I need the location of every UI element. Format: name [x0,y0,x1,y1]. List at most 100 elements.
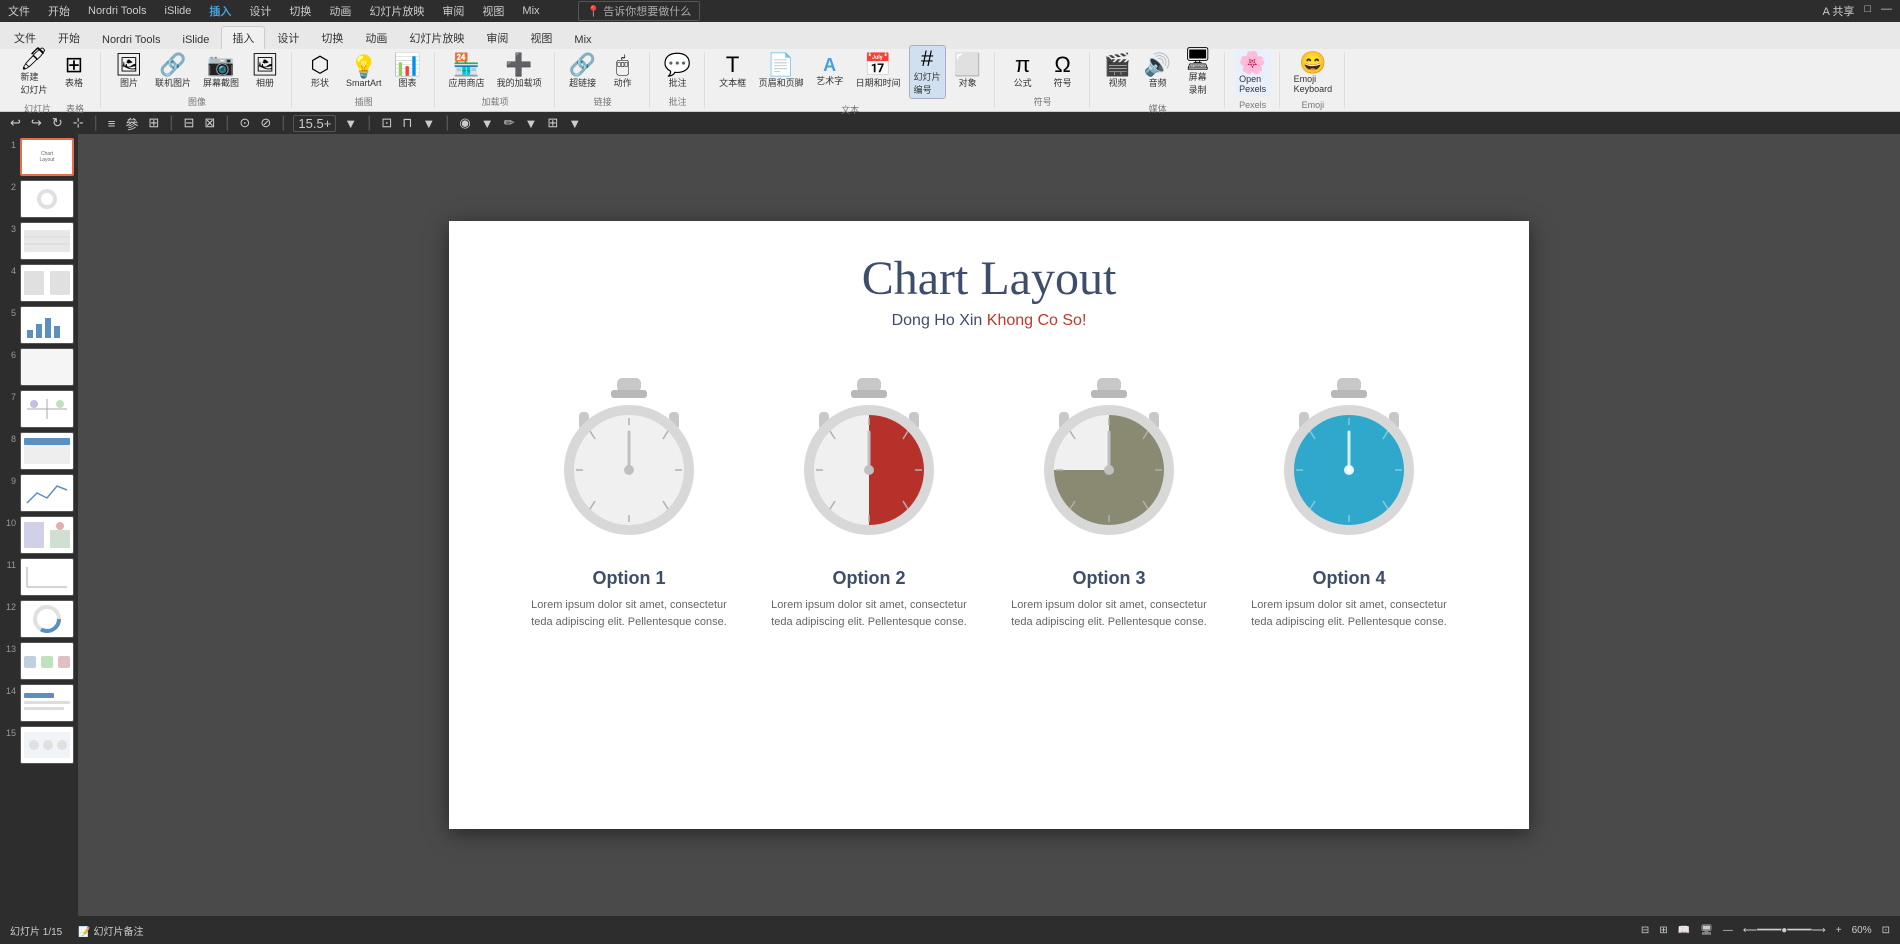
qt-view1[interactable]: ⊙ [237,115,252,131]
slide-thumb-2[interactable]: 2 [4,180,74,218]
tab-insert[interactable]: 插入 [221,26,265,49]
btn-textbox[interactable]: T 文本框 [715,52,751,91]
menu-slideshow[interactable]: 幻灯片放映 [369,3,424,19]
slide-preview-14[interactable] [20,684,74,722]
menu-file[interactable]: 文件 [8,3,30,19]
tab-nordri[interactable]: Nordri Tools [92,31,171,49]
btn-myaddin[interactable]: ➕ 我的加载项 [493,52,546,91]
btn-emoji-keyboard[interactable]: 😄 EmojiKeyboard [1290,50,1337,96]
qt-distribute[interactable]: ⊠ [202,115,217,131]
btn-screenshot[interactable]: 📷 屏幕截图 [199,52,243,91]
view-presenter[interactable]: 🖥 [1700,925,1713,936]
slide-preview-2[interactable] [20,180,74,218]
slide-thumb-13[interactable]: 13 [4,642,74,680]
tab-mix[interactable]: Mix [564,31,601,49]
zoom-out[interactable]: — [1723,925,1733,936]
qt-param1[interactable]: ≡ [106,116,118,131]
slide-preview-6[interactable] [20,348,74,386]
menu-switch[interactable]: 切换 [289,3,311,19]
share-btn[interactable]: A 共享 [1823,3,1855,19]
qt-align[interactable]: ⊟ [181,115,196,131]
slide-thumb-5[interactable]: 5 [4,306,74,344]
btn-formula[interactable]: π 公式 [1005,52,1041,91]
slide-thumb-15[interactable]: 15 [4,726,74,764]
btn-smartart[interactable]: 💡 SmartArt [342,54,386,90]
slide-thumb-10[interactable]: 10 [4,516,74,554]
qt-zoom-more[interactable]: ▼ [342,116,359,131]
qt-refresh[interactable]: ↻ [50,115,65,131]
btn-audio[interactable]: 🔊 音频 [1140,52,1176,91]
qt-draw[interactable]: ✏ [502,115,517,131]
btn-image[interactable]: 🖼 图片 [111,52,147,91]
slide-preview-3[interactable] [20,222,74,260]
qt-param2[interactable]: 參 [123,114,140,133]
slide-preview-1[interactable]: ChartLayout [20,138,74,176]
slide-thumb-8[interactable]: 8 [4,432,74,470]
btn-new-slide[interactable]: 🖊 新建幻灯片 [16,46,52,98]
btn-table[interactable]: ⊞ 表格 [56,52,92,91]
slide-canvas[interactable]: Chart Layout Dong Ho Xin Khong Co So! [449,221,1529,829]
tab-islide[interactable]: iSlide [173,31,220,49]
btn-screenrecord[interactable]: 🖥 屏幕录制 [1180,46,1216,98]
qt-grid[interactable]: ⊞ [545,115,560,131]
slide-preview-15[interactable] [20,726,74,764]
window-minimize[interactable]: — [1881,3,1892,19]
btn-open-pexels[interactable]: 🌸 OpenPexels [1235,50,1271,96]
slide-preview-8[interactable] [20,432,74,470]
qt-undo[interactable]: ↩ [8,115,23,131]
slide-preview-10[interactable] [20,516,74,554]
zoom-slider[interactable]: ⟵━━━━●━━━━⟶ [1743,925,1826,936]
menu-home[interactable]: 开始 [48,3,70,19]
tab-view[interactable]: 视图 [520,27,562,49]
slide-preview-4[interactable] [20,264,74,302]
slide-preview-7[interactable] [20,390,74,428]
slide-thumb-4[interactable]: 4 [4,264,74,302]
tab-design[interactable]: 设计 [267,27,309,49]
btn-chart[interactable]: 📊 图表 [390,52,426,91]
status-notes[interactable]: 📝 幻灯片备注 [78,923,143,938]
qt-more5[interactable]: ▼ [479,116,496,131]
view-slide-sorter[interactable]: ⊞ [1659,925,1667,936]
menu-view[interactable]: 视图 [482,3,504,19]
btn-action[interactable]: 🖱 动作 [605,52,641,91]
btn-shapes[interactable]: ⬡ 形状 [302,52,338,91]
qt-param3[interactable]: ⊞ [146,115,161,131]
btn-slidenumber[interactable]: # 幻灯片编号 [909,45,946,99]
btn-comment[interactable]: 💬 批注 [660,52,696,91]
qt-cursor[interactable]: ⊹ [71,115,86,131]
qt-more4[interactable]: ◉ [457,115,472,131]
slide-thumb-11[interactable]: 11 [4,558,74,596]
btn-wordart[interactable]: A 艺术字 [812,54,848,89]
qt-more1[interactable]: ⊡ [379,115,394,131]
search-box[interactable]: 📍 告诉你想要做什么 [578,1,701,21]
qt-view2[interactable]: ⊘ [258,115,273,131]
slide-preview-13[interactable] [20,642,74,680]
btn-header-footer[interactable]: 📄 页眉和页脚 [755,52,808,91]
menu-review[interactable]: 审阅 [442,3,464,19]
slide-thumb-6[interactable]: 6 [4,348,74,386]
btn-symbol[interactable]: Ω 符号 [1045,52,1081,91]
menu-nordri[interactable]: Nordri Tools [88,5,147,17]
qt-more7[interactable]: ▼ [566,116,583,131]
btn-appstore[interactable]: 🏪 应用商店 [445,52,489,91]
qt-more2[interactable]: ⊓ [400,115,414,131]
btn-album[interactable]: 🖼 相册 [247,52,283,91]
menu-design[interactable]: 设计 [249,3,271,19]
menu-animation[interactable]: 动画 [329,3,351,19]
slide-thumb-1[interactable]: 1 ChartLayout [4,138,74,176]
tab-animation[interactable]: 动画 [355,27,397,49]
slide-preview-5[interactable] [20,306,74,344]
btn-video[interactable]: 🎬 视频 [1100,52,1136,91]
slide-preview-9[interactable] [20,474,74,512]
menu-insert[interactable]: 插入 [209,3,231,19]
slide-preview-12[interactable] [20,600,74,638]
slide-thumb-3[interactable]: 3 [4,222,74,260]
btn-online-image[interactable]: 🔗 联机图片 [151,52,195,91]
slide-thumb-7[interactable]: 7 [4,390,74,428]
window-restore[interactable]: □ [1864,3,1871,19]
slide-thumb-9[interactable]: 9 [4,474,74,512]
slide-preview-11[interactable] [20,558,74,596]
slide-thumb-14[interactable]: 14 [4,684,74,722]
tab-review[interactable]: 审阅 [476,27,518,49]
menu-islide[interactable]: iSlide [165,5,192,17]
